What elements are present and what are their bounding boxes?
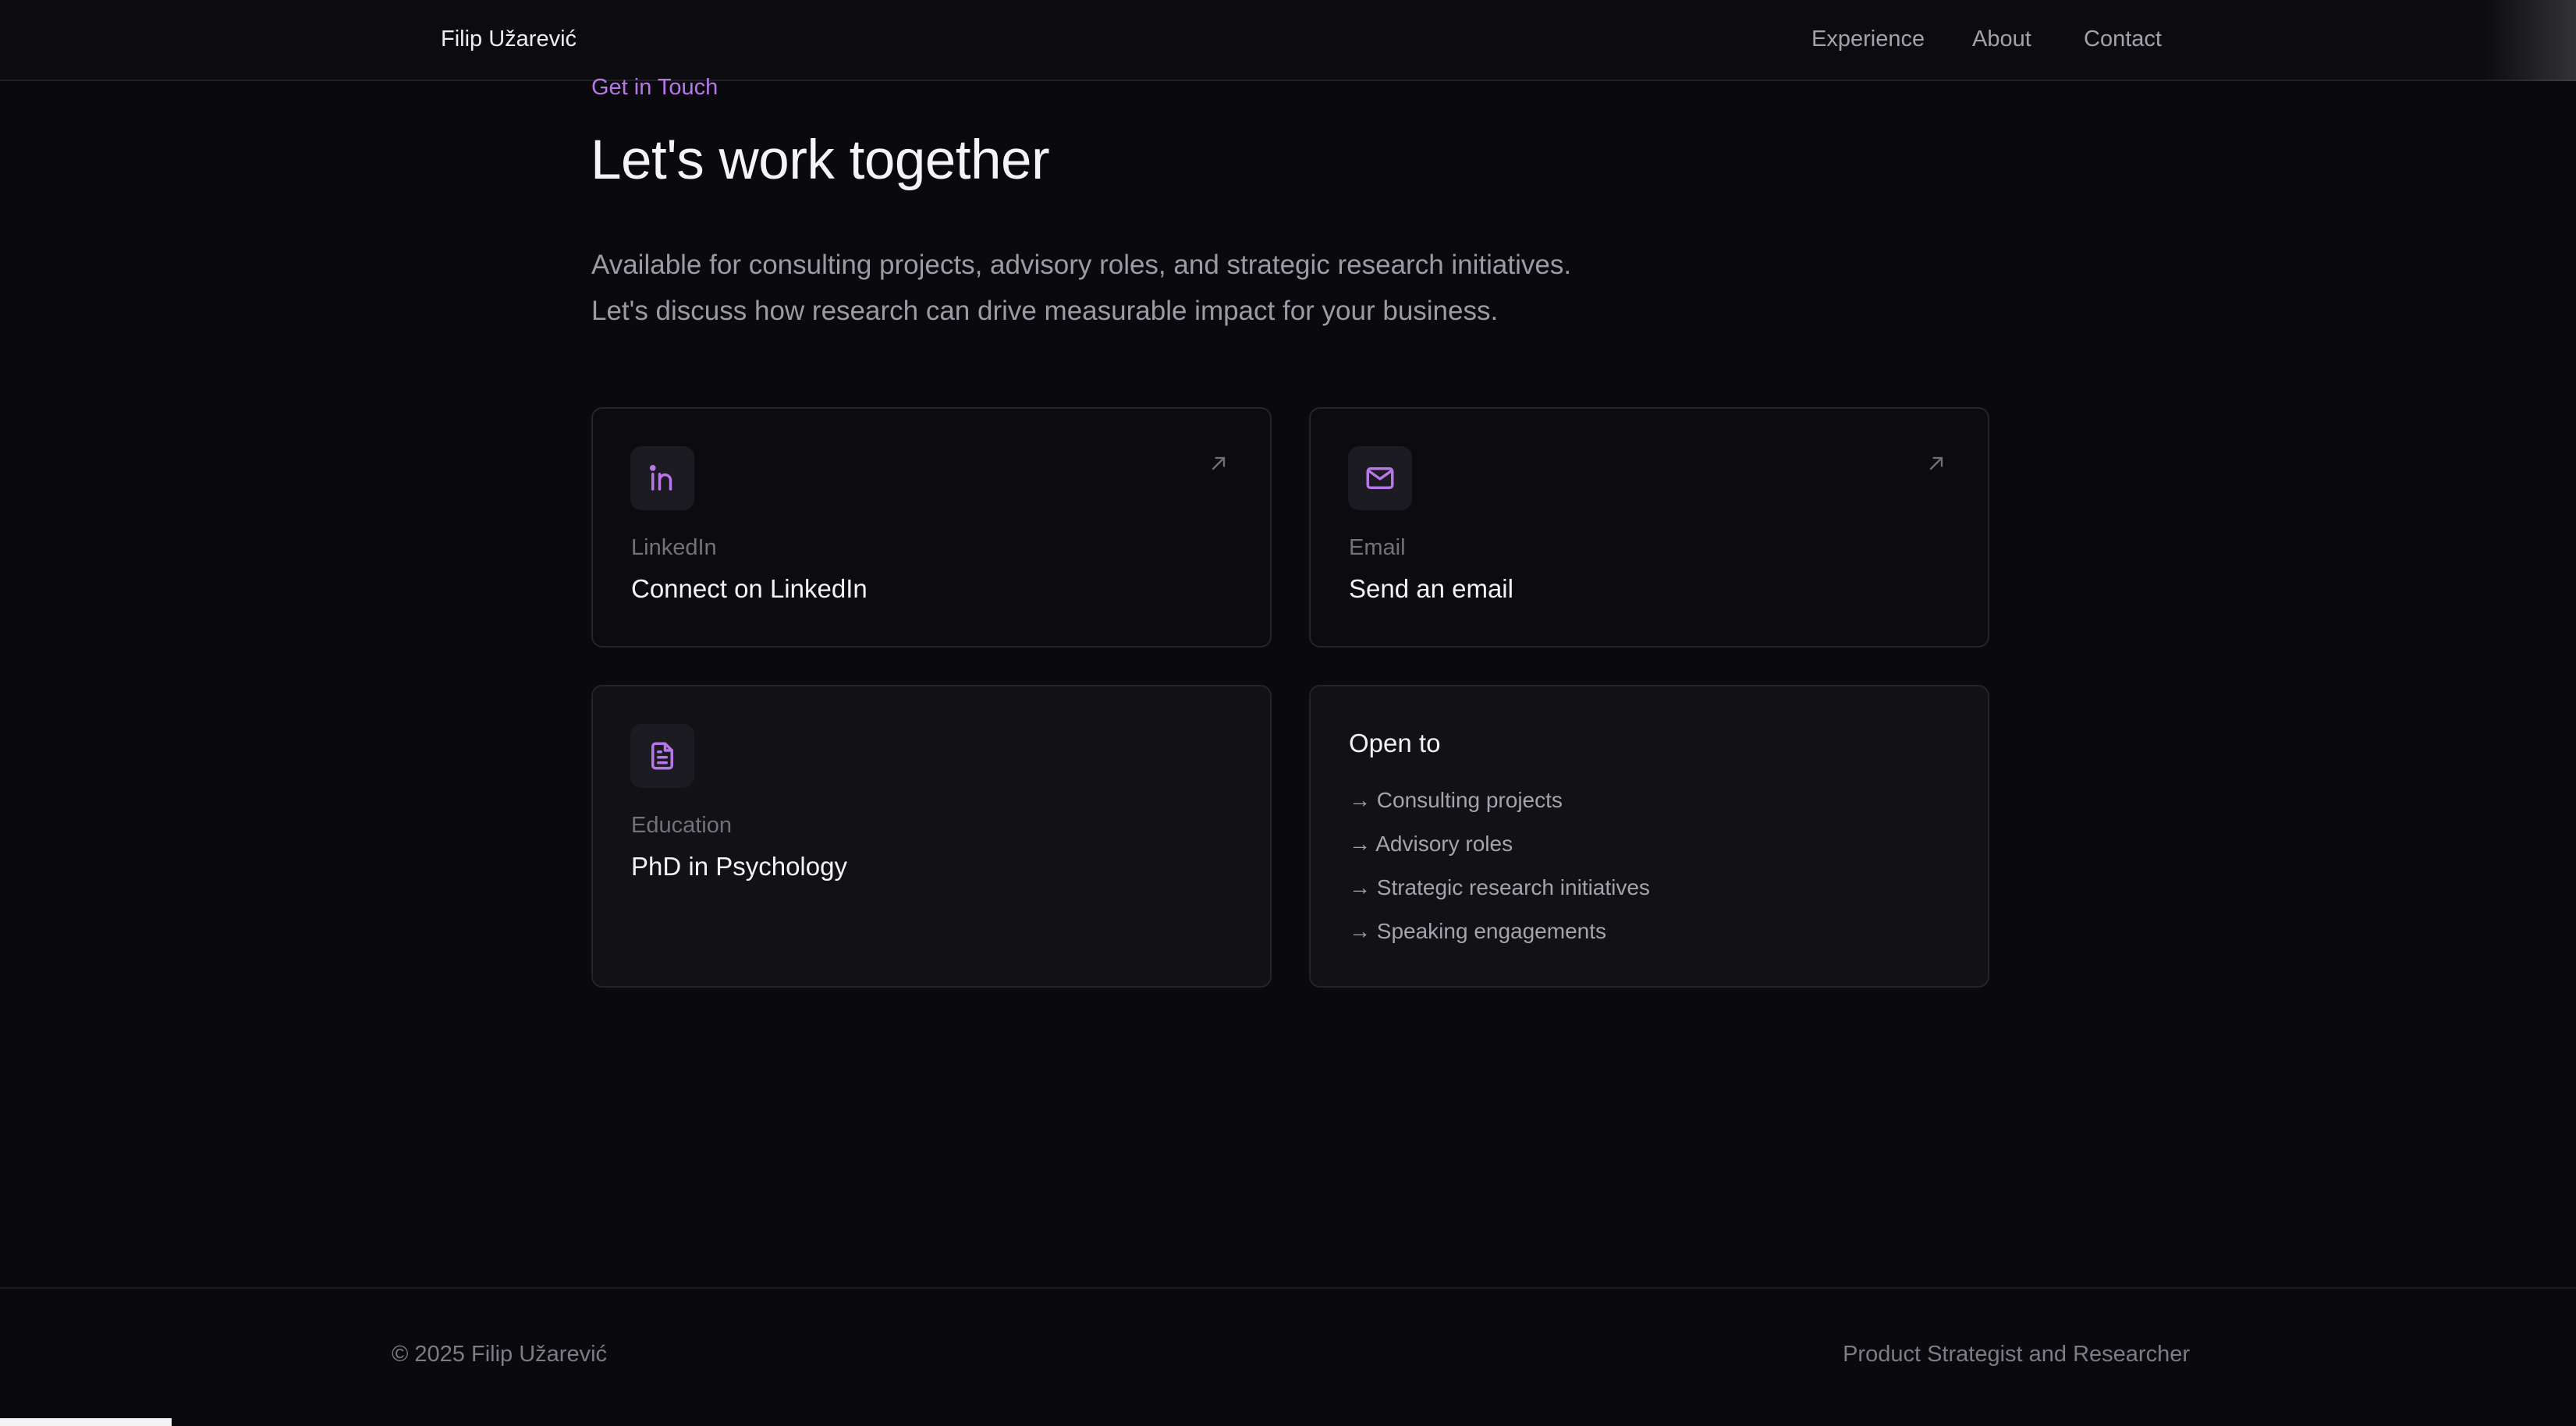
card-value: Send an email	[1349, 574, 1513, 603]
nav-link-about[interactable]: About	[1972, 27, 2031, 52]
open-to-card: Open to → Consulting projects → Advisory…	[1309, 685, 1989, 988]
linkedin-icon	[630, 446, 694, 510]
site-brand[interactable]: Filip Užarević	[441, 27, 577, 52]
email-card[interactable]: Email Send an email	[1309, 407, 1989, 647]
card-label: Education	[631, 813, 732, 838]
scroll-fade	[2482, 0, 2576, 81]
footer-copyright: © 2025 Filip Užarević	[392, 1342, 608, 1367]
list-item: → Strategic research initiatives	[1349, 875, 1650, 899]
linkedin-card[interactable]: LinkedIn Connect on LinkedIn	[591, 407, 1272, 647]
external-link-icon	[1929, 456, 1943, 470]
top-navigation-bar: Filip Užarević Experience About Contact	[0, 0, 2576, 81]
card-label: LinkedIn	[631, 535, 717, 560]
list-item: → Consulting projects	[1349, 788, 1563, 812]
bottom-progress-bar	[0, 1418, 172, 1426]
open-to-list: → Consulting projects → Advisory roles →…	[1349, 786, 1650, 961]
external-link-icon	[1212, 456, 1226, 470]
footer-divider	[0, 1287, 2576, 1289]
footer-role: Product Strategist and Researcher	[1843, 1342, 2190, 1367]
intro-line: Available for consulting projects, advis…	[591, 250, 1572, 280]
card-value: Connect on LinkedIn	[631, 574, 868, 603]
intro-line: Let's discuss how research can drive mea…	[591, 296, 1499, 326]
education-card: Education PhD in Psychology	[591, 685, 1272, 988]
nav-link-contact[interactable]: Contact	[2084, 27, 2162, 52]
page-title: Let's work together	[591, 129, 1050, 191]
section-eyebrow: Get in Touch	[591, 75, 719, 100]
list-item: → Advisory roles	[1349, 832, 1513, 856]
nav-link-experience[interactable]: Experience	[1811, 27, 1925, 52]
list-item: → Speaking engagements	[1349, 919, 1606, 943]
mail-icon	[1348, 446, 1412, 510]
document-icon	[630, 724, 694, 788]
card-value: PhD in Psychology	[631, 852, 847, 881]
card-label: Email	[1349, 535, 1406, 560]
intro-paragraph: Available for consulting projects, advis…	[591, 242, 1571, 334]
open-to-title: Open to	[1349, 729, 1441, 757]
